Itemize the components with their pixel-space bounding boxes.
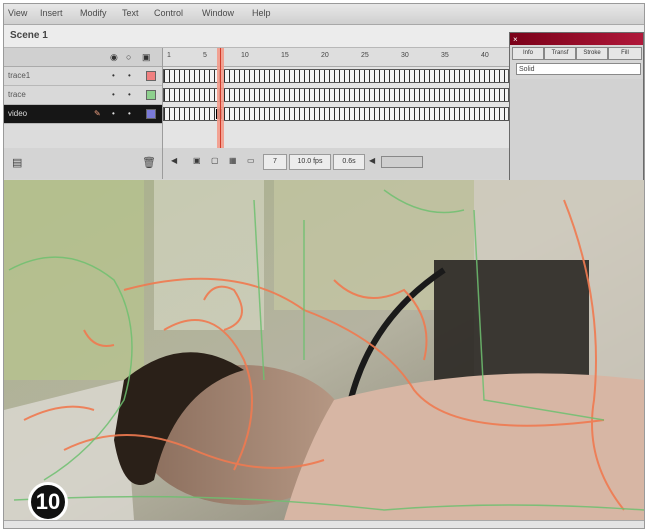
menu-control[interactable]: Control: [154, 8, 183, 18]
lock-dot[interactable]: •: [128, 90, 131, 99]
floating-panel: × Info Transf Stroke Fill Solid: [509, 32, 644, 184]
menu-help[interactable]: Help: [252, 8, 271, 18]
visibility-dot[interactable]: •: [112, 109, 115, 118]
menubar: View Insert Modify Text Control Window H…: [4, 4, 644, 25]
ruler-tick: 5: [203, 52, 207, 59]
ruler-tick: 25: [361, 52, 369, 59]
fill-type-select[interactable]: Solid: [516, 63, 641, 75]
add-layer-icon[interactable]: ▤: [12, 156, 22, 169]
frame-ruler[interactable]: 1 5 10 15 20 25 30 35 40: [163, 48, 509, 67]
tab-info[interactable]: Info: [512, 47, 544, 60]
ruler-tick: 1: [167, 52, 171, 59]
app-window: View Insert Modify Text Control Window H…: [3, 3, 645, 529]
eye-icon[interactable]: ◉: [110, 52, 118, 63]
step-number-badge: 10: [28, 482, 68, 522]
layers-panel: ◉ ○ ▣ trace1 • • trace • • video ✎ • • ▤…: [4, 48, 163, 179]
onion-markers-icon[interactable]: ▭: [247, 156, 255, 168]
ruler-tick: 20: [321, 52, 329, 59]
center-frame-icon[interactable]: ◀: [171, 156, 177, 168]
status-bar: [4, 520, 644, 528]
ruler-tick: 40: [481, 52, 489, 59]
ruler-tick: 35: [441, 52, 449, 59]
layer-color-swatch[interactable]: [146, 71, 156, 81]
tab-transform[interactable]: Transf: [544, 47, 576, 60]
layer-row-trace[interactable]: trace • •: [4, 86, 162, 105]
frame-row-trace[interactable]: [163, 88, 509, 102]
timeline: ◉ ○ ▣ trace1 • • trace • • video ✎ • • ▤…: [4, 48, 509, 179]
current-frame-readout: 7: [263, 154, 287, 170]
layer-name: trace: [8, 90, 26, 99]
ruler-tick: 15: [281, 52, 289, 59]
timeline-scrollbar[interactable]: [381, 156, 423, 168]
onion-skin-icon[interactable]: ▣: [193, 156, 201, 168]
timeline-footer: ◀ ▣ ▢ ▦ ▭ 7 10.0 fps 0.6s ◀: [163, 148, 509, 179]
playhead-line: [220, 48, 221, 148]
layers-footer: ▤ 🗑: [4, 148, 162, 179]
layer-name: trace1: [8, 71, 31, 80]
frame-row-video[interactable]: [163, 107, 509, 121]
stage-artwork: [4, 180, 644, 520]
layer-name: video: [8, 109, 28, 118]
lock-dot[interactable]: •: [128, 71, 131, 80]
tab-fill[interactable]: Fill: [608, 47, 642, 60]
pencil-icon: ✎: [94, 109, 101, 118]
layer-row-trace1[interactable]: trace1 • •: [4, 67, 162, 86]
trash-icon[interactable]: 🗑: [142, 156, 156, 169]
layer-row-video[interactable]: video ✎ • •: [4, 105, 162, 124]
menu-modify[interactable]: Modify: [80, 8, 107, 18]
panel-tabs: Info Transf Stroke Fill: [510, 47, 643, 60]
layers-header: ◉ ○ ▣: [4, 48, 162, 67]
lock-icon[interactable]: ○: [126, 52, 131, 62]
layer-color-swatch[interactable]: [146, 90, 156, 100]
ruler-tick: 30: [401, 52, 409, 59]
scene-label[interactable]: Scene 1: [10, 30, 48, 41]
outline-icon[interactable]: ▣: [142, 52, 151, 63]
window-frame: [154, 180, 264, 330]
frames-panel: 1 5 10 15 20 25 30 35 40 ◀ ▣ ▢ ▦ ▭ 7 10.…: [163, 48, 509, 179]
foliage: [4, 180, 144, 380]
frame-rate-readout: 10.0 fps: [289, 154, 331, 170]
stage[interactable]: [4, 180, 644, 520]
edit-multiple-icon[interactable]: ▦: [229, 156, 237, 168]
panel-body: [510, 79, 643, 183]
scroll-left-icon[interactable]: ◀: [369, 156, 375, 168]
menu-insert[interactable]: Insert: [40, 8, 63, 18]
ruler-tick: 10: [241, 52, 249, 59]
lock-dot[interactable]: •: [128, 109, 131, 118]
close-icon[interactable]: ×: [513, 35, 518, 44]
layer-color-swatch[interactable]: [146, 109, 156, 119]
frame-row-trace1[interactable]: [163, 69, 509, 83]
menu-window[interactable]: Window: [202, 8, 234, 18]
onion-outline-icon[interactable]: ▢: [211, 156, 219, 168]
elapsed-time-readout: 0.6s: [333, 154, 365, 170]
visibility-dot[interactable]: •: [112, 71, 115, 80]
menu-text[interactable]: Text: [122, 8, 139, 18]
menu-view[interactable]: View: [8, 8, 27, 18]
visibility-dot[interactable]: •: [112, 90, 115, 99]
panel-titlebar[interactable]: ×: [510, 33, 643, 45]
tab-stroke[interactable]: Stroke: [576, 47, 608, 60]
